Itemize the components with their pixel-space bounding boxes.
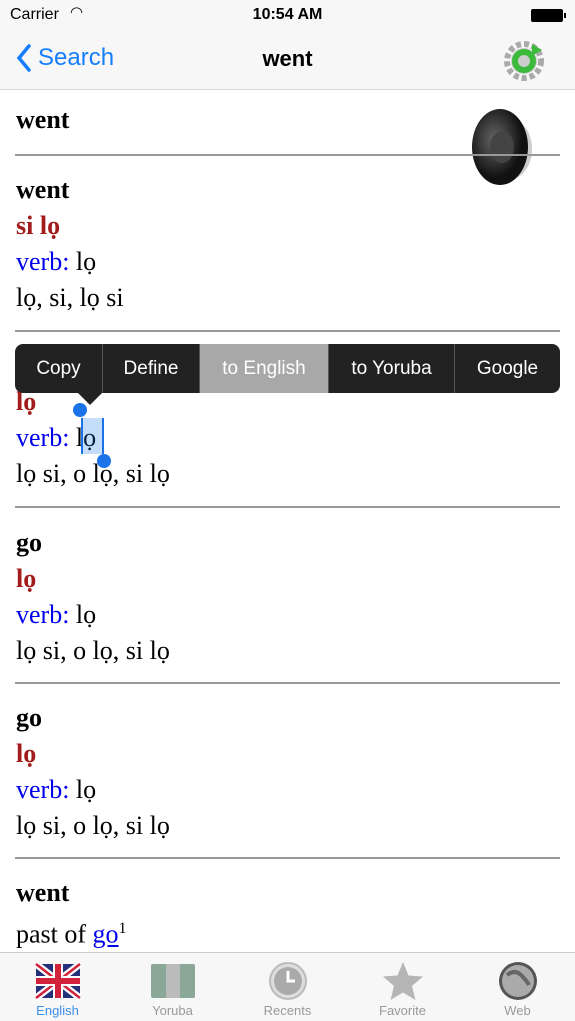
entry: go lọ verb: lọ lọ si, o lọ, si lọ	[16, 525, 170, 669]
definition-text: past of	[16, 919, 93, 949]
clock-icon	[268, 962, 307, 1000]
pos-value: lọ	[75, 247, 97, 276]
header-word: went	[16, 105, 70, 134]
tab-label: English	[36, 1003, 79, 1018]
tab-label: Recents	[263, 1003, 312, 1018]
divider	[15, 330, 560, 332]
tab-label: Web	[504, 1003, 531, 1018]
menu-copy[interactable]: Copy	[15, 344, 103, 393]
entry: go lọ verb: lọ lọ si, o lọ, si lọ	[16, 700, 170, 844]
tab-label: Favorite	[379, 1003, 426, 1018]
divider	[15, 857, 560, 859]
globe-icon	[498, 962, 537, 1000]
page-title: went	[262, 46, 313, 71]
pos-value: lọ	[75, 775, 97, 804]
part-of-speech: verb:	[16, 775, 70, 804]
selection-handle-end[interactable]	[97, 454, 111, 468]
part-of-speech: verb:	[16, 423, 70, 452]
context-menu-arrow	[78, 393, 102, 405]
yoruba-translation: lọ	[16, 564, 37, 593]
navigation-bar: Search went	[0, 30, 575, 90]
divider	[15, 682, 560, 684]
star-icon	[382, 962, 423, 1000]
headword: went	[16, 878, 70, 907]
entry: went si lọ verb: lọ lọ, si, lọ si	[16, 172, 124, 316]
headword: went	[16, 175, 70, 204]
yoruba-translation: si lọ	[16, 211, 61, 240]
battery-icon	[531, 9, 566, 22]
headword: go	[16, 528, 42, 557]
menu-to-english[interactable]: to English	[200, 344, 329, 393]
tab-label: Yoruba	[152, 1003, 193, 1018]
tab-bar: English Yoruba Recents Favorite Web	[0, 952, 575, 1021]
uk-flag-icon	[34, 961, 81, 1001]
part-of-speech: verb:	[16, 600, 70, 629]
yoruba-translation: lọ	[16, 739, 37, 768]
nigeria-flag-icon	[150, 964, 195, 998]
word-forms: lọ si, o lọ, si lọ	[16, 459, 170, 488]
pos-value: lọ	[75, 600, 97, 629]
tab-recents[interactable]: Recents	[230, 953, 345, 1021]
tab-web[interactable]: Web	[460, 953, 575, 1021]
divider	[15, 506, 560, 508]
tab-favorite[interactable]: Favorite	[345, 953, 460, 1021]
menu-to-yoruba[interactable]: to Yoruba	[329, 344, 455, 393]
context-menu: Copy Define to English to Yoruba Google	[15, 344, 560, 393]
text-selection[interactable]	[81, 418, 104, 454]
selection-handle-start[interactable]	[73, 403, 87, 417]
dictionary-content: went went si lọ verb: lọ lọ, si, lọ si l…	[0, 91, 575, 952]
speaker-icon[interactable]	[468, 105, 540, 187]
superscript: 1	[118, 920, 127, 937]
go-link[interactable]: go	[93, 920, 119, 949]
part-of-speech: verb:	[16, 247, 70, 276]
gear-refresh-icon[interactable]	[502, 38, 546, 82]
menu-define[interactable]: Define	[103, 344, 200, 393]
tab-english[interactable]: English	[0, 953, 115, 1021]
menu-google[interactable]: Google	[455, 344, 560, 393]
clock: 10:54 AM	[252, 6, 323, 23]
tab-yoruba[interactable]: Yoruba	[115, 953, 230, 1021]
status-bar: Carrier ◠ 10:54 AM	[0, 0, 575, 30]
entry: went past of go1	[16, 875, 127, 952]
divider	[15, 154, 560, 156]
headword: go	[16, 703, 42, 732]
word-forms: lọ si, o lọ, si lọ	[16, 636, 170, 665]
word-forms: lọ si, o lọ, si lọ	[16, 811, 170, 840]
word-forms: lọ, si, lọ si	[16, 283, 124, 312]
